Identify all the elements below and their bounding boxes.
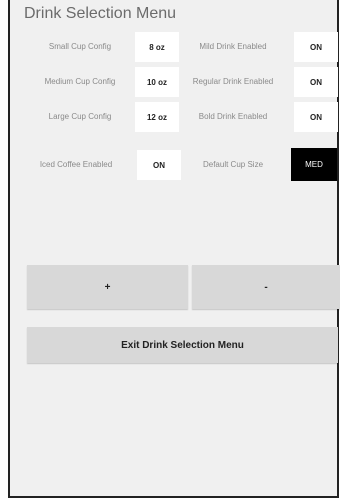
small-cup-value[interactable]: 8 oz <box>135 32 179 62</box>
iced-coffee-label: Iced Coffee Enabled <box>39 160 113 169</box>
medium-cup-value[interactable]: 10 oz <box>135 67 179 97</box>
large-cup-value[interactable]: 12 oz <box>135 102 179 132</box>
decrement-button[interactable]: - <box>192 265 340 309</box>
exit-button[interactable]: Exit Drink Selection Menu <box>27 327 338 363</box>
medium-cup-label: Medium Cup Config <box>44 77 116 86</box>
bold-drink-value[interactable]: ON <box>294 102 338 132</box>
increment-button[interactable]: + <box>27 265 188 309</box>
regular-drink-label: Regular Drink Enabled <box>192 77 274 86</box>
mild-drink-label: Mild Drink Enabled <box>199 42 267 51</box>
page-title: Drink Selection Menu <box>24 5 177 22</box>
iced-coffee-value[interactable]: ON <box>137 150 181 180</box>
large-cup-label: Large Cup Config <box>48 112 112 121</box>
mild-drink-value[interactable]: ON <box>294 32 338 62</box>
default-cup-label: Default Cup Size <box>202 160 264 169</box>
bold-drink-label: Bold Drink Enabled <box>198 112 268 121</box>
small-cup-label: Small Cup Config <box>48 42 112 51</box>
regular-drink-value[interactable]: ON <box>294 67 338 97</box>
default-cup-value[interactable]: MED <box>291 148 337 181</box>
menu-window: Drink Selection Menu Small Cup Config 8 … <box>8 0 340 498</box>
